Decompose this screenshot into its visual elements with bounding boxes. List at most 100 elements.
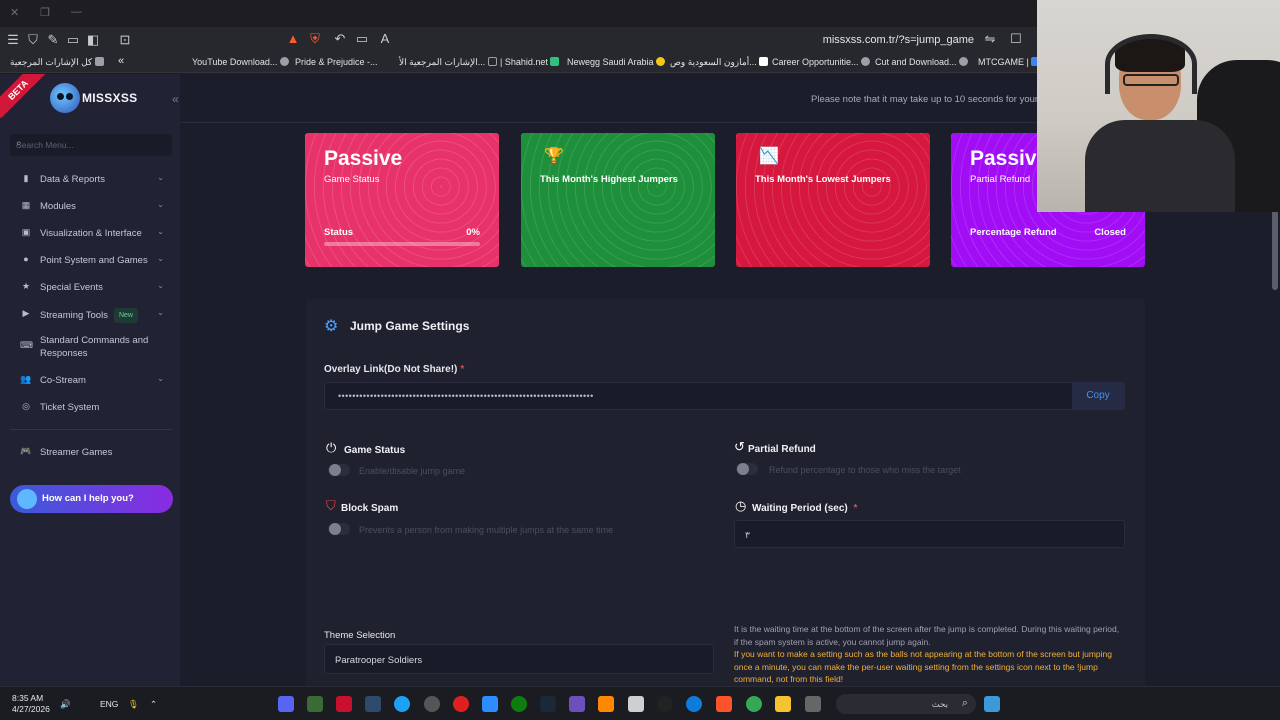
block-spam-toggle[interactable] [328, 523, 350, 535]
status-progress-bar [324, 242, 480, 246]
windows-start-icon[interactable] [984, 696, 1000, 712]
sidebar-item-label: Modules [40, 201, 76, 212]
card-subtitle: This Month's Lowest Jumpers [755, 174, 891, 185]
waiting-period-help: It is the waiting time at the bottom of … [734, 624, 1120, 647]
microphone-icon[interactable]: 🎙 [128, 699, 139, 710]
brave-icon[interactable] [716, 696, 732, 712]
steam-icon[interactable] [540, 696, 556, 712]
sidebar-item-standard-commands[interactable]: ⌨ Standard Commands and Responses [20, 333, 170, 361]
restore-window-icon[interactable]: ❐ [40, 6, 50, 19]
sidebar-item-ticket-system[interactable]: ◎ Ticket System [20, 400, 170, 414]
card-subtitle: Partial Refund [970, 174, 1031, 185]
taskbar-search-label: بحث [931, 699, 948, 709]
app-purple-icon[interactable] [569, 696, 585, 712]
card-subtitle: This Month's Highest Jumpers [540, 174, 678, 185]
help-chat-button[interactable]: How can I help you? [10, 485, 173, 513]
bookmark-pride[interactable]: Pride & Prejudice -... [295, 57, 378, 67]
calendar-app-icon[interactable] [628, 696, 644, 712]
bookmark-cut[interactable]: Cut and Download... [875, 57, 971, 67]
chevron-up-icon[interactable]: ⌃ [150, 699, 157, 710]
extensions-icon[interactable]: ✎ [45, 32, 61, 48]
minecraft-icon[interactable] [307, 696, 323, 712]
taskbar-search[interactable]: بحث ⌕ [836, 694, 976, 714]
game-status-toggle[interactable] [328, 464, 350, 476]
sidebar-item-special-events[interactable]: ★ Special Events ⌄ [20, 280, 170, 294]
support-icon: ◎ [22, 401, 30, 411]
clock[interactable]: 8:35 AM 4/27/2026 [12, 693, 50, 715]
vlc-icon[interactable] [598, 696, 614, 712]
bookmark-all[interactable]: كل الإشارات المرجعية [10, 57, 107, 68]
sidebar-item-point-system[interactable]: ● Point System and Games ⌄ [20, 253, 170, 267]
volume-icon[interactable]: 🔊 [60, 699, 71, 710]
brave-rewards-icon[interactable]: ▲ [285, 31, 301, 47]
chevron-down-icon: ⌄ [157, 254, 164, 263]
sidebar-item-label: Point System and Games [40, 255, 148, 266]
bookmark-folder[interactable]: الإشارات المرجعية الأ... [399, 57, 500, 68]
menu-icon[interactable]: ☰ [5, 32, 21, 48]
card-subtitle: Game Status [324, 174, 380, 185]
shield-icon[interactable]: ⛉ [25, 32, 41, 48]
jump-game-settings-panel: ⚙ Jump Game Settings Overlay Link(Do Not… [306, 299, 1145, 686]
chevron-down-icon: ⌄ [157, 200, 164, 209]
tabs-icon[interactable]: ▭ [65, 32, 81, 48]
sidebar-item-co-stream[interactable]: 👥 Co-Stream ⌄ [20, 373, 170, 387]
minimize-window-icon[interactable]: — [71, 6, 82, 18]
site-settings-icon[interactable]: ⇋ [982, 31, 998, 47]
bookmark-shahid[interactable]: | Shahid.net [500, 57, 562, 67]
screen-icon[interactable]: ▭ [354, 31, 370, 47]
translate-icon[interactable]: A [377, 31, 393, 47]
obs-icon[interactable] [657, 696, 673, 712]
help-chat-label: How can I help you? [42, 493, 134, 504]
sidebar-item-modules[interactable]: ▦ Modules ⌄ [20, 199, 170, 213]
xbox-icon[interactable] [511, 696, 527, 712]
sidebar-item-visualization[interactable]: ▣ Visualization & Interface ⌄ [20, 226, 170, 240]
bookmark-mtcgame[interactable]: MTCGAME | [978, 57, 1043, 67]
overlay-link-field[interactable]: ••••••••••••••••••••••••••••••••••••••••… [324, 382, 1125, 410]
bookmark-newegg[interactable]: Newegg Saudi Arabia [567, 57, 668, 67]
bookmark-career[interactable]: Career Opportunitie... [772, 57, 873, 67]
sidebar-item-streaming-tools[interactable]: ▶ Streaming Tools New ⌄ [20, 307, 170, 323]
card-foot-label: Percentage Refund [970, 227, 1057, 238]
search-menu-input[interactable]: Search Menu... ⌕ [10, 134, 172, 156]
app-blue-icon[interactable] [394, 696, 410, 712]
davinci-icon[interactable] [365, 696, 381, 712]
partial-refund-title: Partial Refund [748, 444, 816, 455]
waiting-period-input[interactable]: ٣ [734, 520, 1125, 548]
chevron-left-icon[interactable]: « [118, 55, 124, 67]
recorder-icon[interactable] [453, 696, 469, 712]
chrome-icon[interactable] [746, 696, 762, 712]
assistant-avatar-icon [17, 489, 37, 509]
logo-mascot-icon [50, 83, 80, 113]
zoom-icon[interactable] [482, 696, 498, 712]
app-gray-icon[interactable] [805, 696, 821, 712]
bookmark-icon[interactable]: ☐ [1008, 31, 1024, 47]
clock-time: 8:35 AM [12, 693, 44, 703]
bookmark-youtube[interactable]: YouTube Download... [192, 57, 292, 67]
close-window-icon[interactable]: ✕ [10, 6, 19, 19]
screenshot-icon[interactable]: ⊡ [117, 32, 133, 48]
address-bar[interactable]: ▲ ⛨ ↶ ▭ A missxss.com.tr/?s=jump_game ⇋ … [282, 30, 1030, 50]
edge-icon[interactable] [686, 696, 702, 712]
copy-button[interactable]: Copy [1072, 382, 1124, 410]
sidebar-item-data-reports[interactable]: ▮ Data & Reports ⌄ [20, 172, 170, 186]
steelseries-icon[interactable] [424, 696, 440, 712]
grid-icon: ▦ [21, 200, 31, 210]
sidebar-item-label: Ticket System [40, 402, 100, 413]
partial-refund-toggle[interactable] [736, 463, 758, 475]
back-icon[interactable]: ↶ [332, 31, 348, 47]
language-indicator[interactable]: ENG [100, 699, 118, 709]
brave-shields-icon[interactable]: ⛨ [307, 31, 323, 47]
bookmark-amazon[interactable]: أمازون السعودية وص... [670, 57, 771, 68]
file-explorer-icon[interactable] [775, 696, 791, 712]
sidebar-icon[interactable]: ◧ [85, 32, 101, 48]
sidebar-item-streamer-games[interactable]: 🎮 Streamer Games [20, 445, 170, 459]
sidebar-item-label: Visualization & Interface [40, 228, 142, 239]
collapse-sidebar-icon[interactable]: « [172, 92, 186, 106]
app-red-icon[interactable] [336, 696, 352, 712]
theme-select[interactable]: Paratrooper Soldiers ⌄ [324, 644, 714, 674]
page-scrollbar[interactable] [1272, 210, 1278, 290]
discord-icon[interactable] [278, 696, 294, 712]
notice-text: Please note that it may take up to 10 se… [811, 94, 1046, 105]
url-text[interactable]: missxss.com.tr/?s=jump_game [823, 34, 974, 46]
theme-selection-label: Theme Selection [324, 630, 396, 641]
